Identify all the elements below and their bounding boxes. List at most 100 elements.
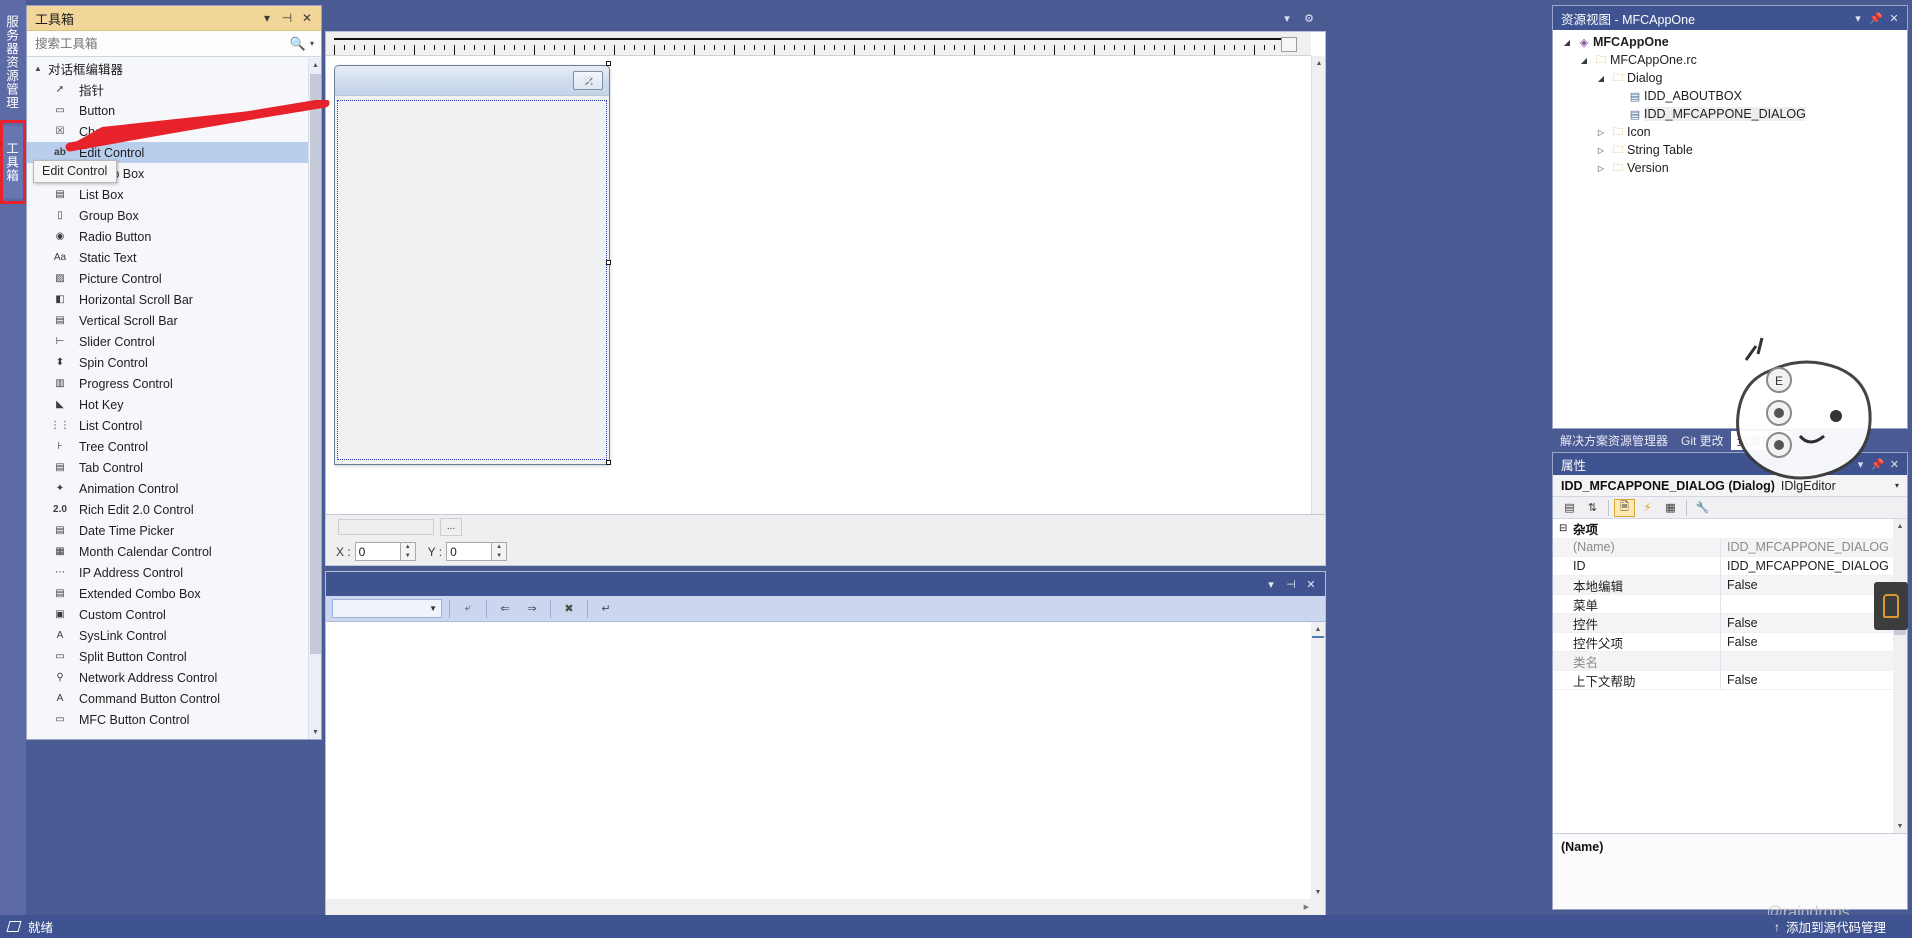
properties-grid[interactable]: ⊟ 杂项 (Name) IDD_MFCAPPONE_DIALOG (ID IDD_M… — [1553, 519, 1907, 833]
resize-handle-right-middle[interactable] — [606, 260, 611, 265]
property-row[interactable]: ID IDD_MFCAPPONE_DIALOG — [1553, 557, 1907, 576]
toolbox-item-progress-control[interactable]: ▥ Progress Control — [27, 373, 321, 394]
toolbox-search-bar[interactable]: 🔍 ▾ — [27, 31, 321, 57]
gear-icon[interactable]: ⚙ — [1298, 12, 1320, 25]
toolbox-item-horizontal-scroll-bar[interactable]: ◧ Horizontal Scroll Bar — [27, 289, 321, 310]
scroll-down-icon[interactable]: ▼ — [1893, 819, 1907, 833]
toolbox-item-hot-key[interactable]: ◣ Hot Key — [27, 394, 321, 415]
chevron-down-icon[interactable]: ▾ — [1852, 458, 1869, 471]
chevron-down-icon[interactable]: ▾ — [307, 39, 317, 48]
property-row[interactable]: 类名 — [1553, 652, 1907, 671]
toolbox-item-spin-control[interactable]: ⬍ Spin Control — [27, 352, 321, 373]
search-icon[interactable]: 🔍 — [289, 36, 307, 52]
close-icon[interactable]: ✕ — [1885, 12, 1903, 25]
property-row[interactable]: 本地编辑 False — [1553, 576, 1907, 595]
toolbox-item-ip-address-control[interactable]: ⋯ IP Address Control — [27, 562, 321, 583]
property-row[interactable]: 菜单 — [1553, 595, 1907, 614]
toolbox-item-picture-control[interactable]: ▨ Picture Control — [27, 268, 321, 289]
editor-text-field[interactable] — [338, 518, 434, 535]
panel-tab-1[interactable]: Git 更改 — [1675, 431, 1730, 450]
properties-page-button[interactable]: 🗎 — [1614, 498, 1635, 517]
chevron-down-icon[interactable]: ▾ — [1276, 12, 1298, 25]
properties-scrollbar[interactable]: ▲ ▼ — [1893, 519, 1907, 833]
expander-collapsed-icon[interactable]: ▷ — [1593, 146, 1609, 155]
property-pages-button[interactable]: 🔧 — [1692, 499, 1713, 517]
toolbox-item-syslink-control[interactable]: A SysLink Control — [27, 625, 321, 646]
status-right-group[interactable]: ↑ 添加到源代码管理 — [1774, 917, 1904, 936]
toolbox-scrollbar[interactable]: ▲ ▼ — [308, 58, 321, 739]
categorized-button[interactable]: ▤ — [1559, 499, 1580, 517]
toolbox-item-animation-control[interactable]: ✦ Animation Control — [27, 478, 321, 499]
property-row[interactable]: 控件父项 False — [1553, 633, 1907, 652]
spin-up-icon[interactable]: ▲ — [492, 543, 506, 552]
toolbox-item-list-control[interactable]: ⋮⋮ List Control — [27, 415, 321, 436]
properties-category-header[interactable]: ⊟ 杂项 — [1553, 519, 1907, 538]
toolbox-item-mfc-button-control[interactable]: ▭ MFC Button Control — [27, 709, 321, 730]
output-source-combo[interactable]: ▼ — [332, 599, 442, 618]
alphabetical-button[interactable]: ⇅ — [1582, 499, 1603, 517]
toolbox-item-vertical-scroll-bar[interactable]: ▤ Vertical Scroll Bar — [27, 310, 321, 331]
toolbox-item-check-box[interactable]: ☒ Check Box — [27, 121, 321, 142]
property-value[interactable] — [1721, 652, 1907, 671]
toolbox-item-extended-combo-box[interactable]: ▤ Extended Combo Box — [27, 583, 321, 604]
property-row[interactable]: (Name) IDD_MFCAPPONE_DIALOG ( — [1553, 538, 1907, 557]
upload-icon[interactable]: ↑ — [1774, 920, 1780, 934]
resize-handle-top-right[interactable] — [606, 61, 611, 66]
collapse-icon[interactable]: ⊟ — [1559, 523, 1573, 534]
dialog-canvas[interactable]: ✕ — [334, 57, 1311, 537]
pin-icon[interactable]: 📌 — [1869, 458, 1886, 471]
toolbox-item-custom-control[interactable]: ▣ Custom Control — [27, 604, 321, 625]
tree-node-idd-mfcappone-dialog[interactable]: ▤ IDD_MFCAPPONE_DIALOG — [1553, 105, 1907, 123]
pin-icon[interactable]: 📌 — [1867, 12, 1885, 25]
toolbox-item-button[interactable]: ▭ Button — [27, 100, 321, 121]
y-value[interactable]: 0 — [446, 542, 493, 561]
toolbox-item-date-time-picker[interactable]: ▤ Date Time Picker — [27, 520, 321, 541]
output-text-area[interactable] — [326, 622, 1311, 899]
property-row[interactable]: 控件 False — [1553, 614, 1907, 633]
scroll-right-icon[interactable]: ▶ — [1304, 903, 1309, 911]
scrollbar-thumb[interactable] — [310, 74, 321, 654]
scroll-up-icon[interactable]: ▲ — [1893, 519, 1907, 533]
expander-collapsed-icon[interactable]: ▷ — [1593, 128, 1609, 137]
toolbox-item-split-button-control[interactable]: ▭ Split Button Control — [27, 646, 321, 667]
spin-up-icon[interactable]: ▲ — [401, 543, 415, 552]
property-row[interactable]: 上下文帮助 False — [1553, 671, 1907, 690]
events-button[interactable]: ⚡ — [1637, 499, 1658, 517]
property-value[interactable]: IDD_MFCAPPONE_DIALOG ( — [1721, 538, 1907, 557]
property-value[interactable]: False — [1721, 671, 1907, 690]
find-message-button[interactable]: ⤶ — [457, 598, 479, 619]
y-spinner[interactable]: ▲ ▼ — [492, 542, 508, 561]
toolbox-item-[interactable]: ➚ 指针 — [27, 79, 321, 100]
output-vertical-scrollbar[interactable]: ▲ ▼ — [1311, 622, 1325, 899]
editor-vertical-scrollbar[interactable]: ▲ ▼ — [1311, 56, 1325, 537]
close-icon[interactable]: ✕ — [1301, 578, 1321, 591]
go-to-next-button[interactable]: ⇒ — [521, 598, 543, 619]
tree-node-mfcappone[interactable]: ◢ ◈ MFCAppOne — [1553, 33, 1907, 51]
toolbox-item-command-button-control[interactable]: A Command Button Control — [27, 688, 321, 709]
toolbox-item-tree-control[interactable]: ⊦ Tree Control — [27, 436, 321, 457]
expander-icon[interactable]: ▲ — [34, 64, 48, 73]
x-coordinate-stepper[interactable]: X : 0 ▲ ▼ — [334, 542, 416, 561]
toolbox-item-radio-button[interactable]: ◉ Radio Button — [27, 226, 321, 247]
vertical-tab-server-explorer[interactable]: 服务器资源管理器 — [3, 6, 23, 118]
toolbox-item-list-box[interactable]: ▤ List Box — [27, 184, 321, 205]
pin-icon[interactable]: ⊣ — [1281, 578, 1301, 591]
y-coordinate-stepper[interactable]: Y : 0 ▲ ▼ — [426, 542, 508, 561]
output-horizontal-scrollbar[interactable]: ▶ — [326, 899, 1325, 915]
scroll-down-icon[interactable]: ▼ — [1311, 885, 1325, 899]
toggle-word-wrap-button[interactable]: ↵ — [595, 598, 617, 619]
panel-tab-0[interactable]: 解决方案资源管理器 — [1554, 431, 1675, 450]
tree-node-string-table[interactable]: ▷ 🗀 String Table — [1553, 141, 1907, 159]
property-value[interactable]: False — [1721, 633, 1907, 652]
toolbox-item-tab-control[interactable]: ▤ Tab Control — [27, 457, 321, 478]
scroll-up-icon[interactable]: ▲ — [309, 58, 322, 72]
chevron-down-icon[interactable]: ▼ — [429, 604, 437, 613]
clear-all-button[interactable]: ✖ — [558, 598, 580, 619]
close-icon[interactable]: ✕ — [297, 8, 317, 28]
tree-node-dialog[interactable]: ◢ 🗀 Dialog — [1553, 69, 1907, 87]
scroll-down-icon[interactable]: ▼ — [309, 725, 322, 739]
expander-expanded-icon[interactable]: ◢ — [1576, 56, 1592, 65]
ruler-end-box[interactable] — [1281, 37, 1297, 52]
chevron-down-icon[interactable]: ▾ — [1849, 12, 1867, 25]
search-input[interactable] — [35, 36, 289, 51]
